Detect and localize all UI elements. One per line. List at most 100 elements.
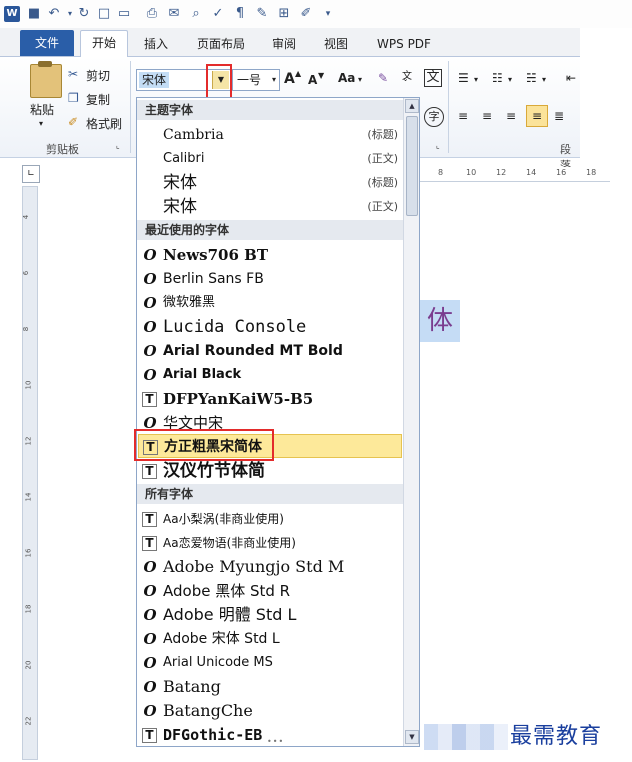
scroll-thumb[interactable] [406, 116, 418, 216]
customize-qat-icon[interactable]: ▾ [320, 6, 336, 22]
draw-icon[interactable]: ✎ [254, 6, 270, 22]
numbering-icon[interactable]: ☷ [492, 71, 503, 85]
org-chart-icon[interactable]: ⊞ [276, 6, 292, 22]
tab-selector-icon[interactable]: ∟ [22, 165, 40, 183]
tab-page-layout[interactable]: 页面布局 [188, 32, 254, 56]
font-item-lucida-console[interactable]: O Lucida Console [138, 315, 402, 339]
tab-file[interactable]: 文件 [20, 30, 74, 56]
distribute-icon[interactable]: ≣ [554, 109, 564, 123]
tab-home[interactable]: 开始 [80, 30, 128, 58]
dropdown-scrollbar[interactable]: ▲ ▼ [403, 98, 419, 746]
ruler-number: 12 [24, 436, 33, 446]
font-item-arial-black[interactable]: O Arial Black [138, 363, 402, 387]
copy-button[interactable]: 复制 [86, 91, 110, 108]
font-item-adobe-heiti[interactable]: O Adobe 黑体 Std R [138, 579, 402, 603]
ruler-number: 16 [556, 168, 567, 177]
tab-insert[interactable]: 插入 [134, 32, 178, 56]
opentype-font-icon: O [143, 342, 157, 360]
font-item-hanyi-zhujie[interactable]: T 汉仪竹节体简 [138, 459, 402, 483]
opentype-font-icon: O [143, 246, 157, 264]
font-item-songti-body[interactable]: 宋体 (正文) [138, 195, 402, 219]
redo-icon[interactable]: ↻ [76, 6, 92, 22]
bullets-dropdown-icon[interactable]: ▾ [474, 75, 478, 84]
font-item-arial-unicode[interactable]: O Arial Unicode MS [138, 651, 402, 675]
font-launcher-icon[interactable]: ⌞ [436, 141, 440, 150]
clear-format-icon[interactable]: ✎ [378, 71, 388, 85]
email-icon[interactable]: ✉ [166, 6, 182, 22]
change-case-button[interactable]: Aa [338, 71, 355, 85]
font-item-news706[interactable]: O News706 BT [138, 243, 402, 267]
opentype-font-icon: O [143, 270, 157, 288]
paste-icon[interactable] [30, 61, 62, 98]
format-icon[interactable]: ¶ [232, 6, 248, 22]
font-item-songti-heading[interactable]: 宋体 (标题) [138, 171, 402, 195]
align-right-icon[interactable]: ≡ [506, 109, 516, 123]
tab-review[interactable]: 审阅 [262, 32, 306, 56]
paste-dropdown-icon[interactable]: ▾ [39, 119, 43, 128]
bullets-icon[interactable]: ☰ [458, 71, 469, 85]
font-size-combo[interactable]: 一号 ▾ [232, 69, 280, 91]
print-preview-icon[interactable]: ⌕ [188, 6, 204, 22]
tab-view[interactable]: 视图 [314, 32, 358, 56]
spelling-icon[interactable]: ✓ [210, 6, 226, 22]
font-dropdown-list[interactable]: 主题字体 Cambria (标题) Calibri (正文) 宋体 (标题) 宋… [136, 97, 420, 747]
ruler-number: 12 [496, 168, 507, 177]
open-icon[interactable]: ▭ [116, 6, 132, 22]
decrease-indent-icon[interactable]: ⇤ [566, 71, 576, 85]
vertical-ruler: 4 6 8 10 12 14 16 18 20 22 [22, 186, 38, 760]
cut-icon[interactable]: ✂ [68, 67, 78, 81]
selected-document-text[interactable]: 体 [420, 300, 460, 342]
multilevel-dropdown-icon[interactable]: ▾ [542, 75, 546, 84]
draw-table-icon[interactable]: ✐ [298, 6, 314, 22]
font-item-adobe-myungjo[interactable]: O Adobe Myungjo Std M [138, 555, 402, 579]
print-icon[interactable]: ⎙ [144, 6, 160, 22]
font-item-tag: (正文) [367, 200, 398, 213]
shrink-font-icon: ▼ [318, 71, 325, 80]
paste-button[interactable]: 粘贴 [30, 101, 54, 118]
copy-icon[interactable]: ❐ [68, 91, 79, 105]
pinyin-icon[interactable]: ˇ [403, 79, 408, 90]
numbering-dropdown-icon[interactable]: ▾ [508, 75, 512, 84]
format-painter-icon[interactable]: ✐ [68, 115, 78, 129]
align-left-icon[interactable]: ≡ [458, 109, 468, 123]
tab-wps-pdf[interactable]: WPS PDF [368, 32, 440, 56]
clipboard-launcher-icon[interactable]: ⌞ [116, 141, 120, 150]
font-item-berlin-sans[interactable]: O Berlin Sans FB [138, 267, 402, 291]
font-item-dfpyankai[interactable]: T DFPYanKaiW5-B5 [138, 387, 402, 411]
font-item-cambria[interactable]: Cambria (标题) [138, 123, 402, 147]
font-item-batang[interactable]: O Batang [138, 675, 402, 699]
char-border-button[interactable]: 文 [424, 69, 442, 87]
grow-font-button[interactable]: A [284, 71, 295, 87]
font-item-msyh[interactable]: O 微软雅黑 [138, 291, 402, 315]
font-item-adobe-mingti[interactable]: O Adobe 明體 Std L [138, 603, 402, 627]
font-item-aa-xiaoliwo[interactable]: T Aa小梨涡(非商业使用) [138, 507, 402, 531]
font-item-aa-lianai[interactable]: T Aa恋爱物语(非商业使用) [138, 531, 402, 555]
multilevel-list-icon[interactable]: ☵ [526, 71, 537, 85]
enclosed-char-button[interactable]: 字 [424, 107, 444, 127]
font-item-batangche[interactable]: O BatangChe [138, 699, 402, 723]
ruler-number: 10 [466, 168, 477, 177]
align-center-icon[interactable]: ≡ [482, 109, 492, 123]
font-item-arial-rounded[interactable]: O Arial Rounded MT Bold [138, 339, 402, 363]
resize-grip-icon[interactable]: ••• [267, 738, 287, 746]
cut-button[interactable]: 剪切 [86, 67, 110, 84]
ruler-number: 8 [22, 326, 31, 332]
font-size-dropdown-icon[interactable]: ▾ [272, 70, 276, 90]
font-item-name: Adobe Myungjo Std M [163, 557, 345, 576]
word-app-icon[interactable]: W [4, 6, 20, 22]
font-item-tag: (正文) [367, 152, 398, 165]
font-item-adobe-songti[interactable]: O Adobe 宋体 Std L [138, 627, 402, 651]
justify-icon[interactable]: ≡ [526, 105, 548, 127]
font-name-value[interactable]: 宋体 [139, 72, 170, 88]
scroll-up-icon[interactable]: ▲ [405, 99, 419, 113]
format-painter-button[interactable]: 格式刷 [86, 115, 122, 132]
change-case-dropdown-icon[interactable]: ▾ [358, 75, 362, 84]
save-icon[interactable]: ■ [26, 6, 42, 22]
shrink-font-button[interactable]: A [308, 73, 317, 87]
font-item-calibri[interactable]: Calibri (正文) [138, 147, 402, 171]
new-doc-icon[interactable]: □ [96, 6, 112, 22]
font-item-name: 汉仪竹节体简 [163, 461, 265, 481]
document-page[interactable] [420, 184, 632, 762]
undo-icon[interactable]: ↶ [46, 6, 62, 22]
scroll-down-icon[interactable]: ▼ [405, 730, 419, 744]
